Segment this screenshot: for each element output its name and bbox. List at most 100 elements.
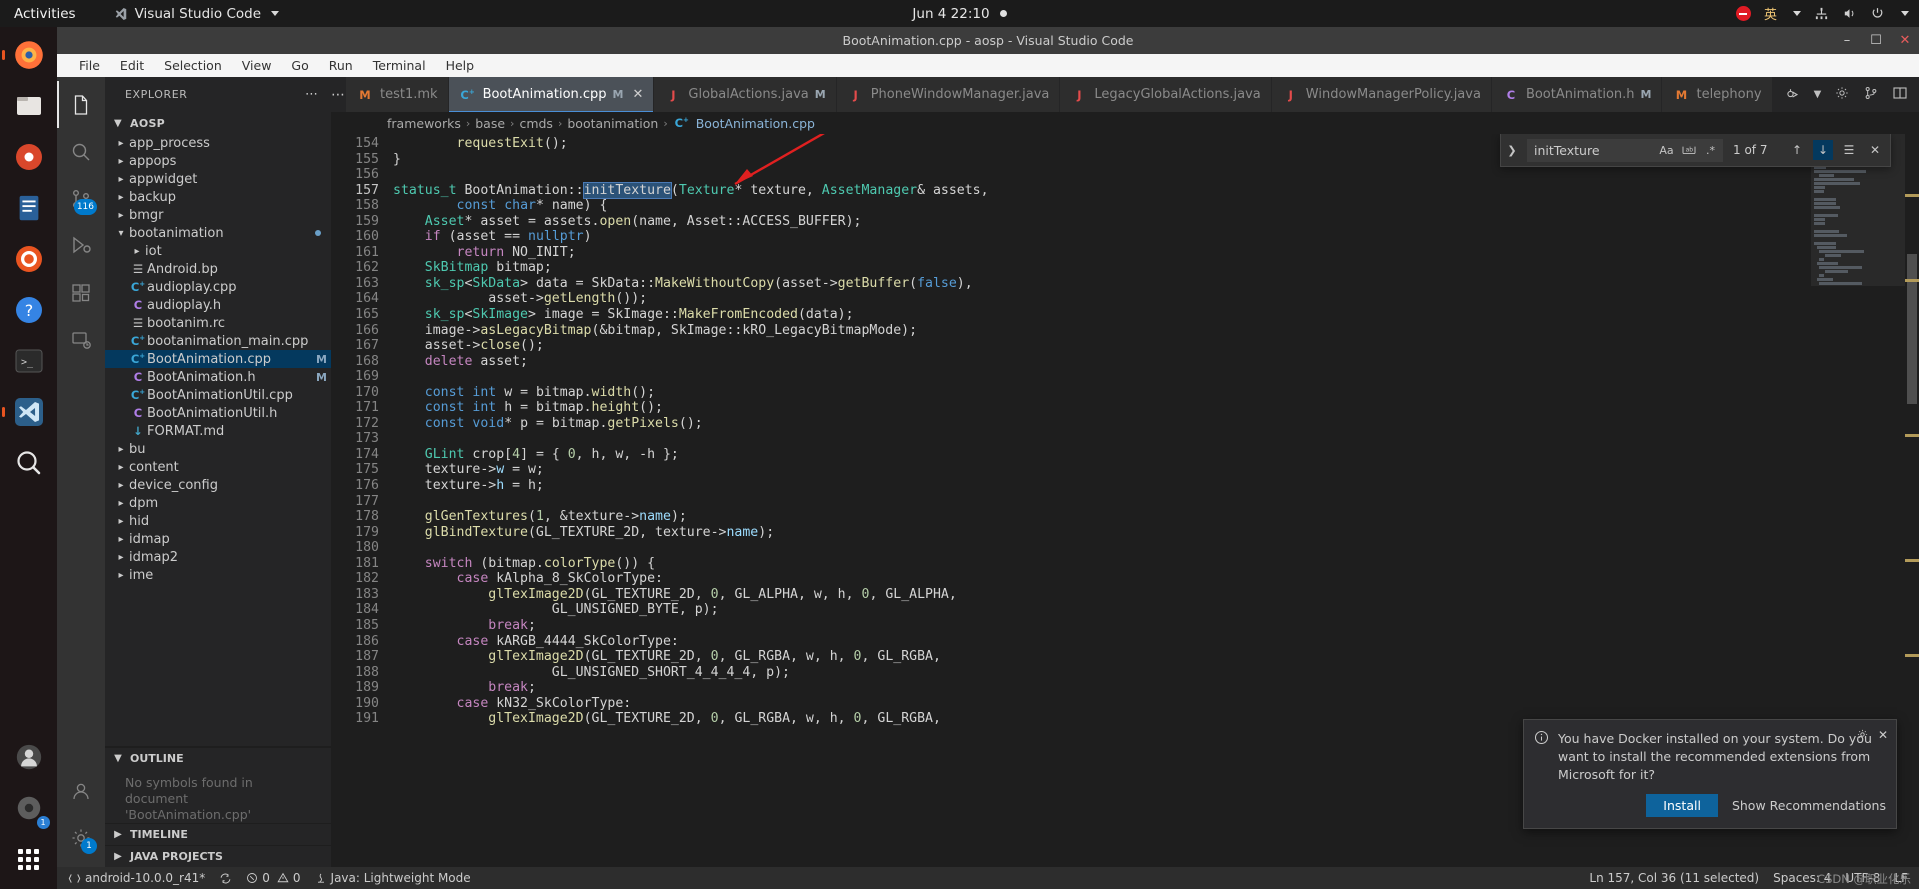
dock-libreoffice-writer[interactable]: [7, 186, 51, 230]
activity-run-debug[interactable]: [57, 222, 105, 269]
power-icon[interactable]: [1870, 6, 1885, 21]
activity-search[interactable]: [57, 128, 105, 175]
use-regex-icon[interactable]: .*: [1701, 141, 1720, 160]
tree-folder[interactable]: ▸ dpm: [105, 494, 331, 512]
tab-windowmanagerpolicy-java[interactable]: J WindowManagerPolicy.java: [1271, 77, 1492, 112]
tabs-overflow-icon[interactable]: ⋯: [331, 77, 346, 112]
tree-file[interactable]: ☰ Android.bp: [105, 260, 331, 278]
menu-edit[interactable]: Edit: [110, 54, 154, 77]
tree-folder[interactable]: ▸ device_config: [105, 476, 331, 494]
scrollbar-thumb[interactable]: [1907, 254, 1917, 404]
file-tree[interactable]: ▸ app_process ▸ appops ▸ appwidget ▸ backup ▸ bmg…: [105, 134, 331, 746]
activity-explorer[interactable]: [57, 81, 105, 128]
chevron-down-icon[interactable]: ▾: [113, 228, 129, 239]
chevron-right-icon[interactable]: ▸: [113, 156, 129, 167]
find-close-button[interactable]: ✕: [1865, 140, 1885, 160]
run-icon[interactable]: [1785, 85, 1801, 105]
tree-folder[interactable]: ▸ appwidget: [105, 170, 331, 188]
find-widget[interactable]: ❯ initTexture Aa ab .* 1 of 7 ↑ ↓ ☰ ✕: [1500, 134, 1891, 167]
chevron-right-icon[interactable]: ▸: [113, 534, 129, 545]
tab-legacyglobalactions-java[interactable]: J LegacyGlobalActions.java: [1060, 77, 1272, 112]
gear-icon[interactable]: [1834, 85, 1850, 105]
close-button[interactable]: ✕: [1897, 33, 1913, 49]
dock-firefox[interactable]: [7, 33, 51, 77]
tree-file[interactable]: ↓ FORMAT.md: [105, 422, 331, 440]
dock-files[interactable]: [7, 84, 51, 128]
notification-close-icon[interactable]: ✕: [1878, 728, 1888, 744]
toggle-replace-icon[interactable]: ❯: [1503, 144, 1521, 157]
status-java-mode[interactable]: Java: Lightweight Mode: [308, 867, 478, 889]
chevron-right-icon[interactable]: ▸: [113, 498, 129, 509]
activity-source-control[interactable]: 116: [57, 175, 105, 222]
find-input[interactable]: initTexture Aa ab .*: [1527, 138, 1723, 162]
breadcrumb-frameworks[interactable]: frameworks: [387, 116, 461, 131]
tree-folder[interactable]: ▸ idmap2: [105, 548, 331, 566]
activity-extensions[interactable]: [57, 269, 105, 316]
dock-user-account[interactable]: [7, 735, 51, 779]
whole-word-icon[interactable]: ab: [1679, 141, 1698, 160]
chevron-right-icon[interactable]: ▸: [113, 462, 129, 473]
tab-globalactions-java[interactable]: J GlobalActions.java M: [654, 77, 837, 112]
chevron-right-icon[interactable]: ▸: [113, 210, 129, 221]
find-in-selection-button[interactable]: ☰: [1839, 140, 1859, 160]
install-button[interactable]: Install: [1646, 794, 1718, 817]
dock-vscode[interactable]: [7, 390, 51, 434]
tree-folder[interactable]: ▸ idmap: [105, 530, 331, 548]
sidebar-root-folder[interactable]: ▼ AOSP: [105, 112, 331, 134]
sidebar-more-icon[interactable]: ⋯: [305, 87, 319, 102]
chevron-right-icon[interactable]: ▸: [113, 570, 129, 581]
notification-toast[interactable]: ✕ You have Docker installed on your syst…: [1523, 719, 1897, 829]
tree-folder[interactable]: ▸ bmgr: [105, 206, 331, 224]
tree-folder[interactable]: ▸ content: [105, 458, 331, 476]
dock-settings[interactable]: 1: [7, 786, 51, 830]
tree-folder[interactable]: ▸ ime: [105, 566, 331, 584]
chevron-right-icon[interactable]: ▸: [113, 480, 129, 491]
status-cursor-position[interactable]: Ln 157, Col 36 (11 selected): [1582, 867, 1766, 889]
menu-terminal[interactable]: Terminal: [363, 54, 436, 77]
breadcrumb-cmds[interactable]: cmds: [519, 116, 553, 131]
menu-selection[interactable]: Selection: [154, 54, 232, 77]
chevron-right-icon[interactable]: ▸: [113, 138, 129, 149]
tab-close-icon[interactable]: ✕: [633, 87, 644, 102]
maximize-button[interactable]: ☐: [1868, 33, 1884, 49]
timeline-header[interactable]: ▶ TIMELINE: [105, 823, 331, 845]
minimize-button[interactable]: –: [1839, 33, 1855, 49]
outline-header[interactable]: ▼ OUTLINE: [105, 747, 331, 769]
java-projects-header[interactable]: ▶ JAVA PROJECTS: [105, 845, 331, 867]
show-recommendations-button[interactable]: Show Recommendations: [1732, 798, 1886, 813]
menu-run[interactable]: Run: [319, 54, 363, 77]
tree-folder[interactable]: ▸ backup: [105, 188, 331, 206]
breadcrumb-base[interactable]: base: [475, 116, 505, 131]
chevron-right-icon[interactable]: ▸: [129, 246, 145, 257]
dock-help[interactable]: ?: [7, 288, 51, 332]
chevron-right-icon[interactable]: ▸: [113, 552, 129, 563]
tree-folder[interactable]: ▸ appops: [105, 152, 331, 170]
tree-folder[interactable]: ▸ bu: [105, 440, 331, 458]
breadcrumb-file[interactable]: C+ BootAnimation.cpp: [673, 116, 815, 131]
notification-gear-icon[interactable]: [1856, 728, 1869, 744]
tree-folder[interactable]: ▸ hid: [105, 512, 331, 530]
find-next-button[interactable]: ↓: [1813, 140, 1833, 160]
system-menu-chevron-icon[interactable]: [1901, 11, 1909, 16]
tab-test1-mk[interactable]: Mtest1.mk: [346, 77, 449, 112]
tree-folder[interactable]: ▾ bootanimation: [105, 224, 331, 242]
dock-software[interactable]: [7, 237, 51, 281]
chevron-right-icon[interactable]: ▸: [113, 174, 129, 185]
tree-file[interactable]: C+ BootAnimationUtil.cpp: [105, 386, 331, 404]
do-not-disturb-icon[interactable]: [1735, 6, 1751, 21]
chevron-down-icon[interactable]: ▼: [1814, 89, 1822, 100]
activities-button[interactable]: Activities: [0, 6, 90, 22]
split-editor-icon[interactable]: [1892, 85, 1908, 105]
source-control-icon[interactable]: [1863, 85, 1879, 105]
match-case-icon[interactable]: Aa: [1657, 141, 1676, 160]
dock-terminal[interactable]: >_: [7, 339, 51, 383]
dock-rhythmbox[interactable]: [7, 135, 51, 179]
tree-file[interactable]: Caudioplay.h: [105, 296, 331, 314]
menu-file[interactable]: File: [69, 54, 110, 77]
tree-file[interactable]: C+ bootanimation_main.cpp: [105, 332, 331, 350]
tree-file[interactable]: C BootAnimationUtil.h: [105, 404, 331, 422]
tree-file[interactable]: ☰ bootanim.rc: [105, 314, 331, 332]
tree-file[interactable]: C+ audioplay.cpp: [105, 278, 331, 296]
tab-bootanimation-h[interactable]: C BootAnimation.h M: [1491, 77, 1663, 112]
network-icon[interactable]: [1814, 6, 1829, 21]
